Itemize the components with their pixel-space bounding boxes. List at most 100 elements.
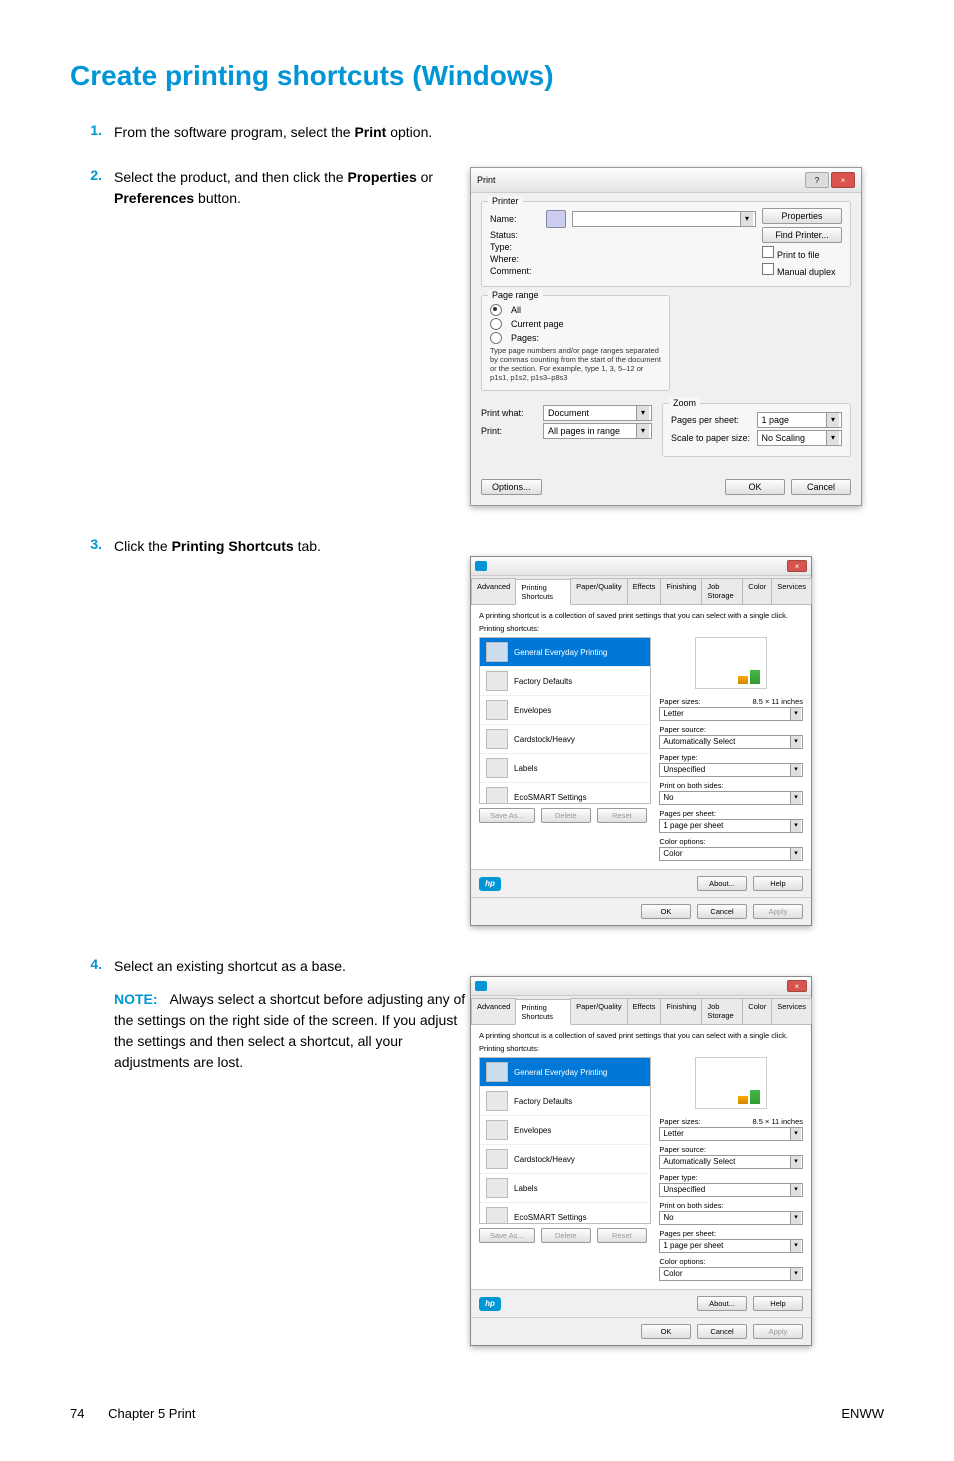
tab-effects[interactable]: Effects: [627, 998, 662, 1024]
t: Current page: [511, 319, 564, 329]
about-button[interactable]: About...: [697, 1296, 747, 1311]
tab-job-storage[interactable]: Job Storage: [701, 578, 743, 604]
reset-button[interactable]: Reset: [597, 808, 647, 823]
radio-all[interactable]: All: [490, 304, 661, 316]
shortcut-label: Envelopes: [514, 1126, 551, 1135]
help-button[interactable]: Help: [753, 876, 803, 891]
about-button[interactable]: About...: [697, 876, 747, 891]
lbl: Where:: [490, 254, 540, 264]
printer-group: Printer Name: Status: Type: Where: Comme…: [481, 201, 851, 287]
shortcut-item[interactable]: Cardstock/Heavy: [480, 1145, 650, 1174]
close-icon[interactable]: ×: [831, 172, 855, 188]
shortcut-icon: [486, 1207, 508, 1224]
cancel-button[interactable]: Cancel: [791, 479, 851, 495]
tab-color[interactable]: Color: [742, 578, 772, 604]
ok-button[interactable]: OK: [641, 1324, 691, 1339]
tab-color[interactable]: Color: [742, 998, 772, 1024]
tab-finishing[interactable]: Finishing: [660, 998, 702, 1024]
shortcut-item[interactable]: Factory Defaults: [480, 667, 650, 696]
tab-paper-quality[interactable]: Paper/Quality: [570, 998, 627, 1024]
shortcut-list[interactable]: General Everyday PrintingFactory Default…: [479, 1057, 651, 1224]
ok-button[interactable]: OK: [641, 904, 691, 919]
pages-per-sheet-select[interactable]: 1 page per sheet: [659, 1239, 803, 1253]
help-button[interactable]: Help: [753, 1296, 803, 1311]
shortcut-item[interactable]: Cardstock/Heavy: [480, 725, 650, 754]
help-icon[interactable]: ?: [805, 172, 829, 188]
lbl: Print what:: [481, 408, 537, 418]
shortcut-icon: [486, 1062, 508, 1082]
paper-type-select[interactable]: Unspecified: [659, 1183, 803, 1197]
shortcut-list[interactable]: General Everyday PrintingFactory Default…: [479, 637, 651, 804]
paper-sizes-select[interactable]: Letter: [659, 1127, 803, 1141]
printer-select[interactable]: [572, 211, 756, 227]
options-button[interactable]: Options...: [481, 479, 542, 495]
find-printer-button[interactable]: Find Printer...: [762, 227, 842, 243]
tab-printing-shortcuts[interactable]: Printing Shortcuts: [515, 999, 571, 1025]
save-as-button[interactable]: Save As...: [479, 1228, 535, 1243]
radio-current[interactable]: Current page: [490, 318, 661, 330]
tab-effects[interactable]: Effects: [627, 578, 662, 604]
paper-source-select[interactable]: Automatically Select: [659, 1155, 803, 1169]
tab-services[interactable]: Services: [771, 998, 812, 1024]
cancel-button[interactable]: Cancel: [697, 904, 747, 919]
apply-button[interactable]: Apply: [753, 904, 803, 919]
manual-duplex-check[interactable]: Manual duplex: [762, 263, 842, 277]
print-select[interactable]: All pages in range: [543, 423, 652, 439]
shortcut-item[interactable]: EcoSMART Settings: [480, 783, 650, 804]
shortcut-desc: A printing shortcut is a collection of s…: [479, 1031, 803, 1040]
tab-advanced[interactable]: Advanced: [471, 578, 516, 604]
paper-type-select[interactable]: Unspecified: [659, 763, 803, 777]
step-4: 4. Select an existing shortcut as a base…: [70, 956, 884, 1346]
print-what-select[interactable]: Document: [543, 405, 652, 421]
shortcut-item[interactable]: General Everyday Printing: [480, 638, 650, 667]
step-2: 2. Select the product, and then click th…: [70, 167, 884, 506]
close-icon[interactable]: ×: [787, 560, 807, 572]
paper-sizes-select[interactable]: Letter: [659, 707, 803, 721]
t: Click the: [114, 538, 172, 554]
scale-select[interactable]: No Scaling: [757, 430, 843, 446]
paper-source-select[interactable]: Automatically Select: [659, 735, 803, 749]
tabs: AdvancedPrinting ShortcutsPaper/QualityE…: [471, 996, 811, 1025]
color-options-select[interactable]: Color: [659, 847, 803, 861]
shortcut-icon: [486, 787, 508, 804]
titlebar: ×: [471, 977, 811, 996]
shortcut-item[interactable]: Labels: [480, 754, 650, 783]
shortcut-item[interactable]: General Everyday Printing: [480, 1058, 650, 1087]
shortcut-label: Cardstock/Heavy: [514, 1155, 575, 1164]
shortcut-item[interactable]: Labels: [480, 1174, 650, 1203]
t: All: [511, 305, 521, 315]
both-sides-select[interactable]: No: [659, 1211, 803, 1225]
shortcut-item[interactable]: Envelopes: [480, 1116, 650, 1145]
tab-services[interactable]: Services: [771, 578, 812, 604]
t: Select the product, and then click the: [114, 169, 347, 185]
tab-job-storage[interactable]: Job Storage: [701, 998, 743, 1024]
delete-button[interactable]: Delete: [541, 1228, 591, 1243]
properties-button[interactable]: Properties: [762, 208, 842, 224]
tab-finishing[interactable]: Finishing: [660, 578, 702, 604]
delete-button[interactable]: Delete: [541, 808, 591, 823]
both-sides-select[interactable]: No: [659, 791, 803, 805]
reset-button[interactable]: Reset: [597, 1228, 647, 1243]
shortcut-icon: [486, 758, 508, 778]
pages-per-sheet-select[interactable]: 1 page: [757, 412, 843, 428]
pages-per-sheet-select[interactable]: 1 page per sheet: [659, 819, 803, 833]
shortcut-item[interactable]: Envelopes: [480, 696, 650, 725]
shortcut-icon: [486, 1178, 508, 1198]
close-icon[interactable]: ×: [787, 980, 807, 992]
chapter: Chapter 5 Print: [108, 1406, 195, 1421]
lbl: Scale to paper size:: [671, 433, 751, 443]
tab-printing-shortcuts[interactable]: Printing Shortcuts: [515, 579, 571, 605]
tab-advanced[interactable]: Advanced: [471, 998, 516, 1024]
shortcut-icon: [486, 642, 508, 662]
t: Print to file: [777, 250, 820, 260]
apply-button[interactable]: Apply: [753, 1324, 803, 1339]
shortcut-item[interactable]: EcoSMART Settings: [480, 1203, 650, 1224]
save-as-button[interactable]: Save As...: [479, 808, 535, 823]
print-to-file-check[interactable]: Print to file: [762, 246, 842, 260]
shortcut-item[interactable]: Factory Defaults: [480, 1087, 650, 1116]
tab-paper-quality[interactable]: Paper/Quality: [570, 578, 627, 604]
cancel-button[interactable]: Cancel: [697, 1324, 747, 1339]
color-options-select[interactable]: Color: [659, 1267, 803, 1281]
radio-pages[interactable]: Pages:: [490, 332, 661, 344]
ok-button[interactable]: OK: [725, 479, 785, 495]
